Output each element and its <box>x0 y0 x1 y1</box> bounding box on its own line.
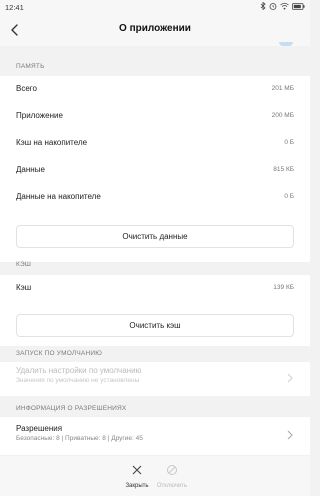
close-icon <box>132 465 142 475</box>
row-label: Всего <box>16 84 37 93</box>
chevron-right-icon <box>287 430 293 440</box>
status-icons <box>260 2 305 10</box>
page-title: О приложении <box>119 23 191 34</box>
section-header-permissions: ИНФОРМАЦИЯ О РАЗРЕШЕНИЯХ <box>16 405 127 412</box>
clear-defaults-item[interactable]: Удалить настройки по умолчанию Значения … <box>16 366 294 396</box>
memory-row-cache-storage: Кэш на накопителе 0 Б <box>16 130 294 156</box>
row-label: Приложение <box>16 111 63 120</box>
row-value: 0 Б <box>284 138 294 146</box>
memory-row-data-storage: Данные на накопителе 0 Б <box>16 184 294 210</box>
section-header-cache: КЭШ <box>16 261 32 268</box>
clear-defaults-subtitle: Значения по умолчанию не установлены <box>16 377 140 384</box>
row-value: 200 МБ <box>271 111 294 119</box>
row-value: 815 КБ <box>273 165 294 173</box>
section-header-default-launch: ЗАПУСК ПО УМОЛЧАНИЮ <box>16 350 103 357</box>
memory-row-total: Всего 201 МБ <box>16 76 294 102</box>
permissions-title: Разрешения <box>16 424 63 433</box>
bluetooth-icon <box>260 2 266 10</box>
row-label: Данные на накопителе <box>16 192 101 201</box>
row-label: Кэш на накопителе <box>16 138 88 147</box>
clear-defaults-title: Удалить настройки по умолчанию <box>16 366 142 375</box>
clear-data-button[interactable]: Очистить данные <box>16 225 294 248</box>
alarm-icon <box>269 3 277 10</box>
memory-row-app: Приложение 200 МБ <box>16 103 294 129</box>
cache-row: Кэш 139 КБ <box>16 275 294 301</box>
clear-cache-button[interactable]: Очистить кэш <box>16 314 294 337</box>
row-value: 139 КБ <box>273 283 294 291</box>
row-value: 0 Б <box>284 192 294 200</box>
scroll-indicator <box>279 42 293 46</box>
app-header: О приложении <box>0 14 310 46</box>
row-value: 201 МБ <box>271 84 294 92</box>
battery-icon <box>292 2 305 10</box>
status-time: 12:41 <box>5 3 24 12</box>
row-label: Данные <box>16 165 45 174</box>
row-label: Кэш <box>16 283 32 292</box>
close-button[interactable]: Закрыть <box>117 463 157 489</box>
section-header-memory: ПАМЯТЬ <box>16 63 45 70</box>
permissions-item[interactable]: Разрешения Безопасные: 8 | Приватные: 8 … <box>16 424 294 454</box>
permissions-subtitle: Безопасные: 8 | Приватные: 8 | Другие: 4… <box>16 435 143 442</box>
chevron-right-icon <box>287 373 293 383</box>
disable-icon <box>167 465 177 475</box>
status-bar: 12:41 <box>0 0 310 14</box>
close-label: Закрыть <box>125 483 149 489</box>
disable-label: Отключить <box>156 483 188 489</box>
bottom-action-bar: Закрыть Отключить <box>0 456 310 496</box>
memory-row-data: Данные 815 КБ <box>16 157 294 183</box>
disable-button[interactable]: Отключить <box>152 463 192 489</box>
wifi-icon <box>280 2 289 10</box>
